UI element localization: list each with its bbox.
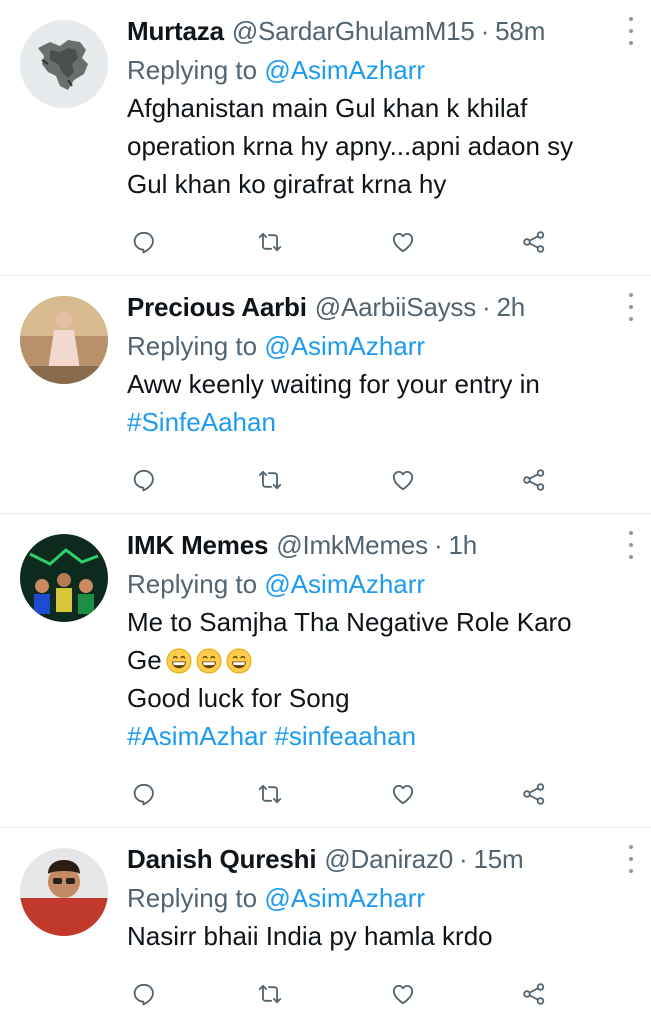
- timestamp[interactable]: 58m: [495, 16, 545, 47]
- text-line: Gul khan ko girafrat krna hy: [127, 169, 447, 199]
- reply-icon[interactable]: [129, 465, 159, 495]
- replying-to: Replying to @AsimAzharr: [127, 879, 631, 917]
- text-line-with-emoji: Ge: [127, 641, 631, 679]
- display-name[interactable]: Murtaza: [127, 16, 224, 47]
- person-avatar-icon: [20, 848, 108, 936]
- display-name[interactable]: IMK Memes: [127, 530, 268, 561]
- retweet-icon[interactable]: [255, 979, 285, 1009]
- text-line: operation krna hy apny...apni adaon sy: [127, 131, 574, 161]
- display-name[interactable]: Danish Qureshi: [127, 844, 317, 875]
- share-icon[interactable]: [519, 979, 549, 1009]
- text-line: Afghanistan main Gul khan k khilaf: [127, 93, 528, 123]
- separator: ·: [480, 15, 490, 46]
- tweet-text: Nasirr bhaii India py hamla krdo: [127, 917, 631, 955]
- text-line: Me to Samjha Tha Negative Role Karo: [127, 607, 572, 637]
- text-line: Good luck for Song: [127, 683, 350, 713]
- tweet-card[interactable]: Murtaza @SardarGhulamM15 · 58m Replying …: [0, 0, 651, 276]
- mention-link[interactable]: @AsimAzharr: [264, 55, 425, 85]
- reply-icon[interactable]: [129, 227, 159, 257]
- retweet-icon[interactable]: [255, 227, 285, 257]
- separator: ·: [433, 529, 443, 560]
- hashtag-link[interactable]: #AsimAzhar #sinfeaahan: [127, 717, 631, 755]
- avatar[interactable]: [20, 20, 108, 108]
- tweet-actions: [127, 979, 547, 1009]
- tweet-text: Me to Samjha Tha Negative Role Karo Ge G…: [127, 603, 631, 755]
- tweet-header: Danish Qureshi @Daniraz0 · 15m: [127, 841, 633, 877]
- avatar[interactable]: [20, 848, 108, 936]
- more-options-icon[interactable]: [625, 531, 637, 559]
- replying-to: Replying to @AsimAzharr: [127, 565, 631, 603]
- tweet-actions: [127, 779, 547, 809]
- timestamp[interactable]: 1h: [448, 530, 477, 561]
- separator: ·: [459, 843, 468, 874]
- like-icon[interactable]: [388, 779, 418, 809]
- mention-link[interactable]: @AsimAzharr: [264, 331, 425, 361]
- reply-icon[interactable]: [129, 779, 159, 809]
- grinning-face-emoji-icon: [166, 648, 192, 674]
- user-handle[interactable]: @ImkMemes: [276, 530, 428, 561]
- share-icon[interactable]: [519, 465, 549, 495]
- retweet-icon[interactable]: [255, 465, 285, 495]
- more-options-icon[interactable]: [625, 845, 637, 873]
- text-line: Nasirr bhaii India py hamla krdo: [127, 921, 493, 951]
- map-avatar-icon: [20, 20, 108, 108]
- share-icon[interactable]: [519, 227, 549, 257]
- avatar[interactable]: [20, 296, 108, 384]
- grinning-face-emoji-icon: [226, 648, 252, 674]
- like-icon[interactable]: [388, 979, 418, 1009]
- user-handle[interactable]: @AarbiiSayss: [315, 292, 476, 323]
- replying-label: Replying to: [127, 569, 258, 599]
- tweet-header: IMK Memes @ImkMemes · 1h: [127, 527, 633, 563]
- user-handle[interactable]: @SardarGhulamM15: [232, 16, 475, 47]
- replying-label: Replying to: [127, 883, 258, 913]
- separator: ·: [482, 291, 491, 322]
- replying-label: Replying to: [127, 331, 258, 361]
- grinning-face-emoji-icon: [196, 648, 222, 674]
- person-avatar-icon: [20, 296, 108, 384]
- tweet-actions: [127, 465, 547, 495]
- text-line: Aww keenly waiting for your entry in: [127, 369, 540, 399]
- more-options-icon[interactable]: [625, 293, 637, 321]
- hashtag-link[interactable]: #SinfeAahan: [127, 403, 631, 441]
- tweet-text: Aww keenly waiting for your entry in #Si…: [127, 365, 631, 441]
- team-avatar-icon: [20, 534, 108, 622]
- like-icon[interactable]: [388, 227, 418, 257]
- tweet-card[interactable]: IMK Memes @ImkMemes · 1h Replying to @As…: [0, 514, 651, 828]
- replying-label: Replying to: [127, 55, 258, 85]
- text-line: Ge: [127, 645, 162, 675]
- replying-to: Replying to @AsimAzharr: [127, 51, 631, 89]
- like-icon[interactable]: [388, 465, 418, 495]
- share-icon[interactable]: [519, 779, 549, 809]
- mention-link[interactable]: @AsimAzharr: [264, 883, 425, 913]
- timestamp[interactable]: 2h: [497, 292, 526, 323]
- display-name[interactable]: Precious Aarbi: [127, 292, 307, 323]
- tweet-header: Murtaza @SardarGhulamM15 · 58m: [127, 13, 633, 49]
- tweet-card[interactable]: Danish Qureshi @Daniraz0 · 15m Replying …: [0, 828, 651, 1024]
- tweet-actions: [127, 227, 547, 257]
- avatar[interactable]: [20, 534, 108, 622]
- user-handle[interactable]: @Daniraz0: [324, 844, 453, 875]
- more-options-icon[interactable]: [625, 17, 637, 45]
- replying-to: Replying to @AsimAzharr: [127, 327, 631, 365]
- mention-link[interactable]: @AsimAzharr: [264, 569, 425, 599]
- tweet-header: Precious Aarbi @AarbiiSayss · 2h: [127, 289, 633, 325]
- retweet-icon[interactable]: [255, 779, 285, 809]
- reply-icon[interactable]: [129, 979, 159, 1009]
- timestamp[interactable]: 15m: [473, 844, 523, 875]
- tweet-text: Afghanistan main Gul khan k khilaf opera…: [127, 89, 631, 203]
- tweet-card[interactable]: Precious Aarbi @AarbiiSayss · 2h Replyin…: [0, 276, 651, 514]
